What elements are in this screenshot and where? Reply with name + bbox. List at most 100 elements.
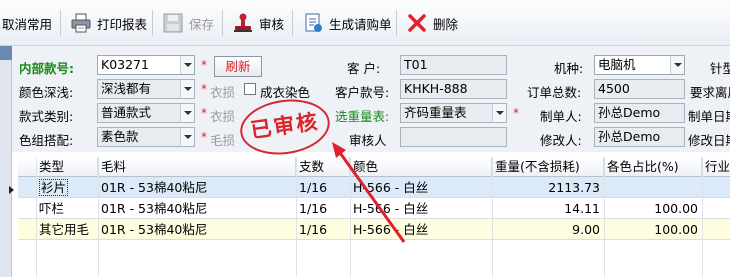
required-star: * (201, 130, 207, 144)
color-depth-value: 深浅都有 (101, 81, 152, 96)
grid-divider (36, 157, 37, 277)
dyed-label: 成衣染色 (260, 85, 311, 100)
generate-purchase-request-label: 生成请购单 (329, 16, 392, 32)
cell-material: 01R - 53棉40粘尼 (101, 180, 208, 195)
left-panel-tab[interactable] (0, 46, 12, 60)
column-header-ratio[interactable]: 各色占比(%) (604, 157, 702, 177)
chevron-down-icon[interactable] (180, 104, 194, 122)
required-star: * (201, 82, 207, 96)
chevron-down-icon[interactable] (492, 104, 506, 122)
dyed-checkbox[interactable] (244, 83, 256, 95)
current-row-arrow-icon (9, 186, 14, 194)
cell-ratio (604, 177, 702, 198)
type-value: 衫片 (39, 179, 69, 196)
requirement-label: 要求离厂 (690, 85, 730, 100)
cell-weight: 14.11 (564, 201, 600, 216)
print-report-button[interactable]: 打印报表 (70, 8, 147, 38)
modifier-label: 修改人: (540, 133, 582, 148)
delete-label: 删除 (433, 16, 459, 32)
weight-table-label: 选重量表: (335, 109, 390, 124)
row-indicator-column (6, 180, 18, 277)
required-star: * (513, 106, 519, 120)
create-date-label: 制单日期 (688, 109, 730, 124)
customer-style-field[interactable]: KHKH-888 (400, 79, 507, 99)
column-header-industry[interactable]: 行业 (702, 157, 730, 177)
required-star: * (201, 58, 207, 72)
internal-no-value: K03271 (101, 57, 149, 72)
audit-label: 审核 (259, 16, 285, 32)
cell-type: 吓栏 (39, 201, 65, 216)
needle-label: 针型 (710, 61, 730, 76)
cancel-favorite-button[interactable]: 取消常用 (2, 8, 52, 38)
cancel-favorite-label: 取消常用 (2, 16, 53, 32)
chevron-down-icon[interactable] (180, 56, 194, 74)
creator-label: 制单人: (540, 109, 582, 124)
printer-icon (70, 12, 92, 34)
column-header-weight[interactable]: 重量(不含损耗) (492, 157, 604, 177)
weight-table-field[interactable]: 齐码重量表 (400, 103, 507, 123)
loss-label: 衣损 (210, 109, 236, 124)
required-star: * (201, 106, 207, 120)
grid-divider (296, 157, 297, 277)
machine-label: 机种: (554, 61, 584, 76)
cell-weight: 2113.73 (548, 180, 600, 195)
modify-date-label: 修改日期 (688, 133, 730, 148)
style-type-label: 款式类别: (19, 109, 74, 124)
annotation-arrow-icon (332, 142, 406, 243)
grid-divider (492, 157, 493, 277)
customer-style-label: 客户款号: (335, 85, 390, 100)
color-group-field[interactable]: 素色款 (97, 127, 195, 147)
toolbar-divider (292, 10, 293, 36)
cell-ratio: 100.00 (654, 222, 698, 237)
document-icon (302, 12, 324, 34)
style-type-value: 普通款式 (101, 105, 152, 120)
chevron-down-icon[interactable] (180, 128, 194, 146)
chevron-down-icon[interactable] (670, 56, 684, 74)
machine-value: 电脑机 (598, 57, 636, 72)
style-form: 内部款号: K03271 * 刷新 客 户: T01 机种: 电脑机 针型 颜色… (12, 46, 730, 152)
color-depth-field[interactable]: 深浅都有 (97, 79, 195, 99)
internal-no-label: 内部款号: (19, 61, 74, 76)
chevron-down-icon[interactable] (180, 80, 194, 98)
machine-field[interactable]: 电脑机 (594, 55, 685, 75)
order-total-field[interactable]: 4500 (594, 79, 685, 99)
color-group-value: 素色款 (101, 129, 139, 144)
creator-field[interactable]: 孙总Demo (594, 103, 685, 123)
delete-x-icon (406, 12, 428, 34)
grid-divider (98, 157, 99, 277)
toolbar-divider (60, 10, 61, 36)
modifier-field[interactable]: 孙总Demo (594, 127, 685, 147)
garment-loss-label: 衣损 (210, 85, 236, 100)
cell-material: 01R - 53棉40粘尼 (101, 222, 208, 237)
toolbar-divider (152, 10, 153, 36)
column-header-type[interactable]: 类型 (36, 157, 98, 177)
toolbar: 取消常用 打印报表 保存 审核 生成请购单 删除 (0, 0, 730, 46)
grid-divider (702, 157, 703, 277)
customer-field[interactable]: T01 (400, 55, 507, 75)
color-depth-label: 颜色深浅: (19, 85, 74, 100)
grid-divider (604, 157, 605, 277)
order-total-label: 订单总数: (527, 85, 582, 100)
style-type-field[interactable]: 普通款式 (97, 103, 195, 123)
customer-label: 客 户: (347, 61, 381, 76)
generate-purchase-request-button[interactable]: 生成请购单 (302, 8, 392, 38)
cell-material: 01R - 53棉40粘尼 (101, 201, 208, 216)
color-group-label: 色组搭配: (19, 133, 74, 148)
toolbar-divider (222, 10, 223, 36)
refresh-button[interactable]: 刷新 (214, 56, 262, 77)
weight-table-value: 齐码重量表 (404, 105, 467, 120)
wool-loss-label: 毛损 (210, 133, 236, 148)
cell-type: 衫片 (36, 177, 98, 198)
cell-type: 其它用毛 (39, 222, 90, 237)
stamp-icon (232, 12, 254, 34)
audit-button[interactable]: 审核 (232, 8, 284, 38)
cell-weight: 9.00 (572, 222, 600, 237)
toolbar-divider (396, 10, 397, 36)
print-report-label: 打印报表 (97, 16, 148, 32)
save-label: 保存 (189, 16, 215, 32)
column-header-material[interactable]: 毛料 (98, 157, 296, 177)
delete-button[interactable]: 删除 (406, 8, 458, 38)
cell-ratio: 100.00 (654, 201, 698, 216)
internal-no-field[interactable]: K03271 (97, 55, 195, 75)
save-button[interactable]: 保存 (162, 8, 214, 38)
